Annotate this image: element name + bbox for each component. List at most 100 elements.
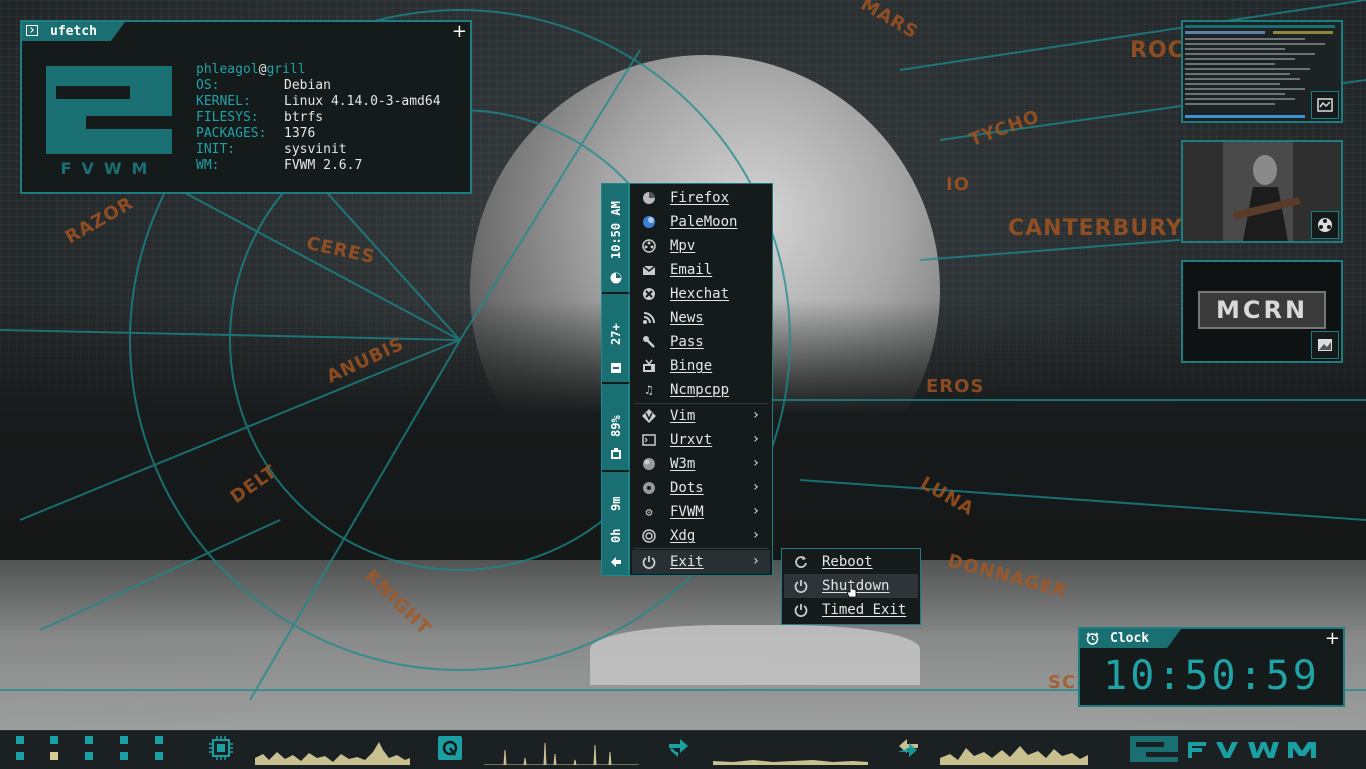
panel-divider xyxy=(602,292,630,294)
menu-item-label: Pass xyxy=(670,334,704,350)
submenu-arrow-icon: › xyxy=(751,455,760,471)
info-value: FVWM 2.6.7 xyxy=(284,158,363,173)
desktop-pager-cell[interactable] xyxy=(85,752,93,760)
cpu-usage-graph xyxy=(255,742,410,765)
key-icon xyxy=(642,335,656,349)
spiral-icon xyxy=(642,529,656,543)
window-title: ufetch xyxy=(50,24,97,39)
info-value: 1376 xyxy=(284,126,316,141)
disk-icon xyxy=(438,736,462,760)
info-row: WM: FVWM 2.6.7 xyxy=(196,158,441,174)
menu-item-mpv[interactable]: Mpv xyxy=(632,234,770,258)
info-key: OS: xyxy=(196,78,220,93)
window-title: Clock xyxy=(1110,631,1150,646)
submenu-arrow-icon: › xyxy=(751,479,760,495)
desktop-pager-cell[interactable] xyxy=(155,736,163,744)
clock-icon xyxy=(610,272,622,284)
menu-item-w3m[interactable]: W3m › xyxy=(632,452,770,476)
menu-item-label: Mpv xyxy=(670,238,696,254)
menu-item-hexchat[interactable]: Hexchat xyxy=(632,282,770,306)
menu-item-pass[interactable]: Pass xyxy=(632,330,770,354)
back-arrow-icon[interactable] xyxy=(610,556,622,568)
menu-item-label: Reboot xyxy=(822,554,873,570)
cpu-temp-icon xyxy=(611,363,621,373)
battery-icon xyxy=(611,448,621,459)
menu-item-email[interactable]: Email xyxy=(632,258,770,282)
desktop-pager-cell-active[interactable] xyxy=(50,752,58,760)
menu-item-firefox[interactable]: Firefox xyxy=(632,186,770,210)
place-label: EROS xyxy=(926,376,985,397)
menu-item-label: Xdg xyxy=(670,528,696,544)
cpu-icon xyxy=(209,736,233,760)
info-value: sysvinit xyxy=(284,142,347,157)
menu-item-dots[interactable]: Dots › xyxy=(632,476,770,500)
clock-titlebar[interactable]: Clock + xyxy=(1080,628,1343,649)
clock-title-tab[interactable]: Clock xyxy=(1080,629,1181,648)
image-window-thumbnail[interactable]: MCRN xyxy=(1181,260,1343,363)
panel-divider xyxy=(602,470,630,472)
submenu-arrow-icon: › xyxy=(751,503,760,519)
user-host-line: phleagol@grill xyxy=(196,62,441,78)
palemoon-icon xyxy=(642,215,656,229)
tv-icon xyxy=(642,359,656,373)
menu-item-exit[interactable]: Exit › xyxy=(632,550,770,574)
desktop-pager-cell[interactable] xyxy=(120,752,128,760)
dots-icon xyxy=(642,481,656,495)
terminal-icon xyxy=(642,433,656,447)
place-label: ROC xyxy=(1130,38,1185,63)
info-key: PACKAGES: xyxy=(196,126,267,141)
menu-item-label: Email xyxy=(670,262,713,278)
envelope-icon xyxy=(642,263,656,277)
place-label: SC xyxy=(1048,672,1077,693)
menu-item-ncmpcpp[interactable]: ♫ Ncmpcpp xyxy=(632,378,770,402)
menu-item-label: Ncmpcpp xyxy=(670,382,730,398)
video-window-thumbnail[interactable] xyxy=(1181,140,1343,243)
place-label: IO xyxy=(946,174,970,195)
submenu-arrow-icon: › xyxy=(751,431,760,447)
ufetch-window[interactable]: ufetch + FVWM phleagol@grill OS: Debian K… xyxy=(20,20,472,194)
ufetch-title-tab[interactable]: ufetch xyxy=(22,22,125,41)
maximize-plus-icon[interactable]: + xyxy=(452,21,467,42)
menu-item-palemoon[interactable]: PaleMoon xyxy=(632,210,770,234)
desktop-pager-cell[interactable] xyxy=(155,752,163,760)
menu-item-label: Hexchat xyxy=(670,286,730,302)
info-row: FILESYS: btrfs xyxy=(196,110,441,126)
info-row: INIT: sysvinit xyxy=(196,142,441,158)
terminal-icon xyxy=(26,25,38,36)
panel-divider xyxy=(602,382,630,384)
menu-item-xdg[interactable]: Xdg › xyxy=(632,524,770,548)
fvwm-logo-icon: FVWM xyxy=(46,66,172,176)
submenu-arrow-icon: › xyxy=(751,553,760,569)
maximize-plus-icon[interactable]: + xyxy=(1325,628,1340,649)
menu-item-timed-exit[interactable]: Timed Exit xyxy=(784,598,918,622)
desktop-pager-cell[interactable] xyxy=(85,736,93,744)
panel-time: 10:50 AM xyxy=(609,201,623,259)
desktop-pager-cell[interactable] xyxy=(120,736,128,744)
menu-item-reboot[interactable]: Reboot xyxy=(784,550,918,574)
menu-item-urxvt[interactable]: Urxvt › xyxy=(632,428,770,452)
desktop-pager-cell[interactable] xyxy=(16,736,24,744)
info-value: btrfs xyxy=(284,110,324,125)
gear-icon: ⚙ xyxy=(645,505,653,519)
menu-item-news[interactable]: News xyxy=(632,306,770,330)
place-label: CANTERBURY xyxy=(1008,216,1183,241)
menu-item-label: Dots xyxy=(670,480,704,496)
desktop-pager-cell[interactable] xyxy=(50,736,58,744)
desktop-pager-cell[interactable] xyxy=(16,752,24,760)
menu-side-panel: 10:50 AM 27+ 89% 9m 0h xyxy=(601,183,630,576)
firefox-icon xyxy=(642,191,656,205)
clock-window[interactable]: Clock + 10:50:59 xyxy=(1078,627,1345,707)
terminal-window-thumbnail[interactable] xyxy=(1181,20,1343,123)
reboot-icon xyxy=(794,555,808,569)
menu-item-label: Firefox xyxy=(670,190,730,206)
rss-icon xyxy=(642,311,656,325)
menu-item-vim[interactable]: Vim › xyxy=(632,404,770,428)
ufetch-titlebar[interactable]: ufetch + xyxy=(22,21,470,42)
menu-item-binge[interactable]: Binge xyxy=(632,354,770,378)
menu-item-fvwm[interactable]: ⚙ FVWM › xyxy=(632,500,770,524)
network-transfer-icon xyxy=(669,739,689,757)
vim-icon xyxy=(642,409,656,423)
film-reel-icon xyxy=(1311,211,1339,239)
hostname: grill xyxy=(266,62,306,77)
info-key: FILESYS: xyxy=(196,110,259,125)
